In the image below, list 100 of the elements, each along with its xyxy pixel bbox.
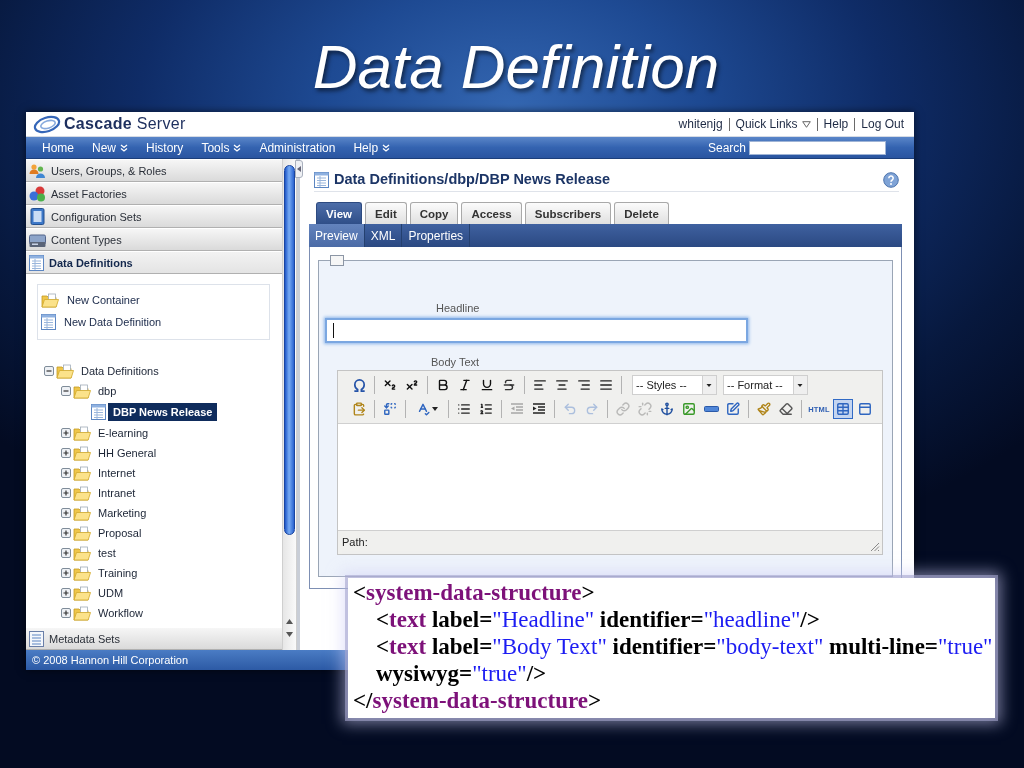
plus-box-icon[interactable] [61, 448, 71, 458]
undo-icon [563, 402, 577, 416]
header-link[interactable]: Log Out [854, 117, 904, 131]
nav-link[interactable]: Home [42, 140, 74, 155]
nav-menu-item[interactable]: Help [353, 140, 391, 155]
caret-down-icon [793, 376, 807, 394]
minus-box-icon[interactable] [44, 366, 54, 376]
folder-icon [73, 505, 91, 521]
tree-item[interactable]: UDM [93, 584, 129, 602]
folder-icon [73, 485, 91, 501]
paintbrush-icon [757, 402, 771, 416]
swirl-logo-icon [33, 114, 61, 134]
unlink-icon [638, 402, 652, 416]
nav-menu-item[interactable]: New [92, 140, 129, 155]
nav-link[interactable]: Administration [259, 140, 336, 155]
tree-item[interactable]: Training [93, 564, 143, 582]
accordion-header[interactable]: Content Types [26, 228, 282, 251]
help-icon[interactable] [883, 171, 899, 188]
numbered-list-icon [479, 402, 493, 416]
tree-item[interactable]: Data Definitions [76, 362, 164, 380]
spellcheck-icon [416, 402, 430, 416]
folder-icon [73, 605, 91, 621]
accordion-header[interactable]: Metadata Sets [26, 627, 282, 650]
user-name-link[interactable]: whitenjg [672, 117, 729, 131]
plus-box-icon[interactable] [61, 588, 71, 598]
double-chevron-icon [233, 143, 242, 152]
link-icon [616, 402, 630, 416]
subscript-icon [383, 378, 397, 392]
folder-icon [73, 425, 91, 441]
subtab[interactable]: Preview [309, 224, 365, 247]
code-line: wysiwyg="true"/> [376, 660, 547, 687]
grid-document-icon [41, 314, 56, 330]
action-link[interactable]: New Container [41, 289, 140, 311]
accordion-header[interactable]: Asset Factories [26, 182, 282, 205]
dropdown[interactable]: -- Styles -- [632, 375, 717, 395]
nav-link[interactable]: History [146, 140, 184, 155]
omega-icon [351, 377, 367, 393]
tree-item[interactable]: Marketing [93, 504, 152, 522]
tab[interactable]: Edit [365, 202, 407, 224]
caret-down-icon [702, 376, 716, 394]
pencil-square-icon [726, 402, 740, 416]
header-link[interactable]: Help [816, 117, 855, 131]
eraser-icon [779, 402, 793, 416]
plus-box-icon[interactable] [61, 428, 71, 438]
plus-box-icon[interactable] [61, 568, 71, 578]
plus-box-icon[interactable] [61, 468, 71, 478]
dropdown[interactable]: -- Format -- [723, 375, 808, 395]
tree-item[interactable]: Proposal [93, 524, 147, 542]
search-field[interactable] [749, 140, 886, 155]
tree-item[interactable]: Intranet [93, 484, 141, 502]
tab[interactable]: Subscribers [524, 202, 612, 224]
minus-box-icon[interactable] [61, 386, 71, 396]
collapse-square-icon[interactable] [330, 255, 344, 266]
double-chevron-icon [120, 143, 129, 152]
tree-item[interactable]: E-learning [93, 424, 154, 442]
accordion-header[interactable]: Data Definitions [26, 251, 282, 274]
tree-item[interactable]: Internet [93, 464, 141, 482]
search-label: Search [707, 140, 746, 155]
tree-item[interactable]: test [93, 544, 121, 562]
text-field[interactable] [325, 318, 748, 343]
tree-item[interactable]: Workflow [93, 604, 149, 622]
tab[interactable]: View [316, 202, 362, 224]
scrollbar-thumb[interactable] [284, 165, 295, 535]
folder-icon [73, 445, 91, 461]
table-button[interactable] [833, 399, 853, 419]
subtab[interactable]: XML [364, 224, 403, 247]
dropdown-menu-link[interactable]: Quick Links [728, 117, 817, 131]
accordion-header[interactable]: Configuration Sets [26, 205, 282, 228]
accordion-header[interactable]: Users, Groups, & Roles [26, 159, 282, 182]
code-line: <text label="Body Text" identifier="body-text" multi-line="true" [376, 633, 993, 660]
plus-box-icon[interactable] [61, 528, 71, 538]
outdent-icon [510, 402, 524, 416]
double-chevron-icon [382, 143, 391, 152]
panel-icon [858, 402, 872, 416]
tab[interactable]: Delete [614, 202, 669, 224]
plus-box-icon[interactable] [61, 608, 71, 618]
page-title: Data Definitions/dbp/DBP News Release [334, 171, 612, 188]
grid-document-icon [314, 171, 329, 188]
tab[interactable]: Copy [409, 202, 459, 224]
align-left-icon [533, 378, 547, 392]
folder-icon [73, 525, 91, 541]
action-link[interactable]: New Data Definition [41, 311, 162, 333]
plus-box-icon[interactable] [61, 548, 71, 558]
plus-box-icon[interactable] [61, 508, 71, 518]
tree-item[interactable]: DBP News Release [108, 403, 218, 421]
caret-down-icon [432, 407, 438, 411]
resize-grip-icon[interactable] [870, 542, 880, 552]
tree-item[interactable]: dbp [93, 382, 122, 400]
people-icon [29, 162, 46, 179]
nav-menu-item[interactable]: Tools [201, 140, 242, 155]
underline-icon [480, 378, 494, 392]
footer-text: © 2008 Hannon Hill Corporation [32, 653, 189, 667]
spheres-icon [29, 185, 46, 202]
path-label: Path: [342, 536, 368, 549]
align-center-icon [555, 378, 569, 392]
tab[interactable]: Access [461, 202, 522, 224]
tree-item[interactable]: HH General [93, 444, 162, 462]
plus-box-icon[interactable] [61, 488, 71, 498]
subtab[interactable]: Properties [402, 224, 471, 247]
folder-icon [73, 565, 91, 581]
